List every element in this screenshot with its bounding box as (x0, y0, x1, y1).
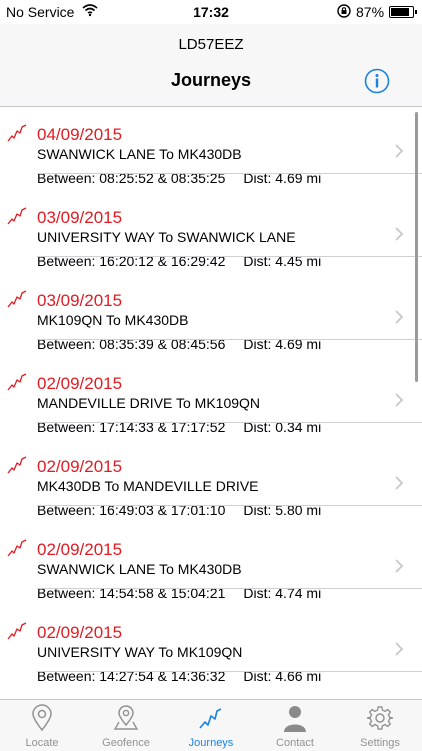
journey-row[interactable]: 02/09/2015 MANDEVILLE DRIVE To MK109QN Bet… (0, 339, 422, 435)
tab-bar: Locate Geofence Journeys Contact Setting… (0, 699, 422, 751)
chevron-right-icon (395, 144, 404, 158)
journey-route-icon (7, 207, 27, 225)
journey-row[interactable]: 02/09/2015 MK430DB To MANDEVILLE DRIVE Bet… (0, 422, 422, 518)
journey-row[interactable]: 02/09/2015 UNIVERSITY WAY To MK109QN Betwe… (0, 588, 422, 684)
journey-date: 03/09/2015 (37, 291, 123, 310)
journey-route-icon (7, 456, 27, 474)
tab-settings[interactable]: Settings (338, 700, 422, 751)
page-title: Journeys (170, 70, 252, 90)
journey-route: UNIVERSITY WAY To MK109QN (37, 644, 243, 660)
journey-date: 02/09/2015 (37, 374, 123, 393)
status-bar: No Service 17:32 87% (0, 0, 422, 24)
journey-date: 04/09/2015 (37, 125, 123, 144)
journey-route-icon (7, 622, 27, 640)
journey-date: 02/09/2015 (37, 623, 123, 642)
navigation-bar: LD57EEZ Journeys (0, 24, 422, 107)
gear-icon (366, 706, 393, 730)
journey-row[interactable]: 03/09/2015 MK109QN To MK430DB Between: 08:… (0, 256, 422, 352)
journey-list[interactable]: 04/09/2015 SWANWICK LANE To MK430DB Betwee… (0, 107, 422, 699)
journey-date: 03/09/2015 (37, 208, 123, 227)
chevron-right-icon (395, 310, 404, 324)
chevron-right-icon (395, 642, 404, 656)
tab-label: Contact (276, 737, 314, 749)
journey-route-icon (7, 290, 27, 308)
journey-date: 02/09/2015 (37, 540, 123, 559)
journey-row[interactable]: 02/09/2015 SWANWICK LANE To MK430DB Betwee… (0, 505, 422, 601)
tab-journeys[interactable]: Journeys (169, 700, 253, 751)
journey-route: MANDEVILLE DRIVE To MK109QN (37, 395, 261, 411)
scrollbar[interactable] (415, 112, 418, 382)
row-divider (37, 671, 422, 672)
chevron-right-icon (395, 227, 404, 241)
tab-label: Locate (25, 737, 59, 749)
orientation-lock-icon (337, 4, 351, 18)
journey-route: UNIVERSITY WAY To SWANWICK LANE (37, 229, 296, 245)
battery-percent: 87% (356, 4, 385, 20)
journey-route: MK430DB To MANDEVILLE DRIVE (37, 478, 259, 494)
chevron-right-icon (395, 393, 404, 407)
journey-route-icon (7, 373, 27, 391)
journey-route-icon (7, 539, 27, 557)
info-button[interactable] (364, 68, 390, 94)
chevron-right-icon (395, 559, 404, 573)
geofence-pin-icon (113, 705, 139, 730)
journey-route: SWANWICK LANE To MK430DB (37, 146, 242, 162)
tab-label: Journeys (188, 737, 234, 749)
battery-icon (389, 6, 417, 18)
tab-geofence[interactable]: Geofence (84, 700, 168, 751)
chevron-right-icon (395, 476, 404, 490)
tab-label: Settings (360, 737, 400, 749)
tab-contact[interactable]: Contact (253, 700, 337, 751)
journey-date: 02/09/2015 (37, 457, 123, 476)
journey-route-icon (7, 124, 27, 142)
tab-label: Geofence (102, 737, 150, 749)
journey-route: SWANWICK LANE To MK430DB (37, 561, 242, 577)
vehicle-registration: LD57EEZ (178, 36, 244, 53)
journey-route-icon (199, 708, 222, 729)
tab-locate[interactable]: Locate (0, 700, 84, 751)
journey-row[interactable]: 03/09/2015 UNIVERSITY WAY To SWANWICK LAN… (0, 173, 422, 269)
journey-route: MK109QN To MK430DB (37, 312, 189, 328)
journey-row[interactable]: 04/09/2015 SWANWICK LANE To MK430DB Betwee… (0, 107, 422, 186)
person-icon (284, 706, 306, 732)
map-pin-icon (32, 704, 52, 732)
